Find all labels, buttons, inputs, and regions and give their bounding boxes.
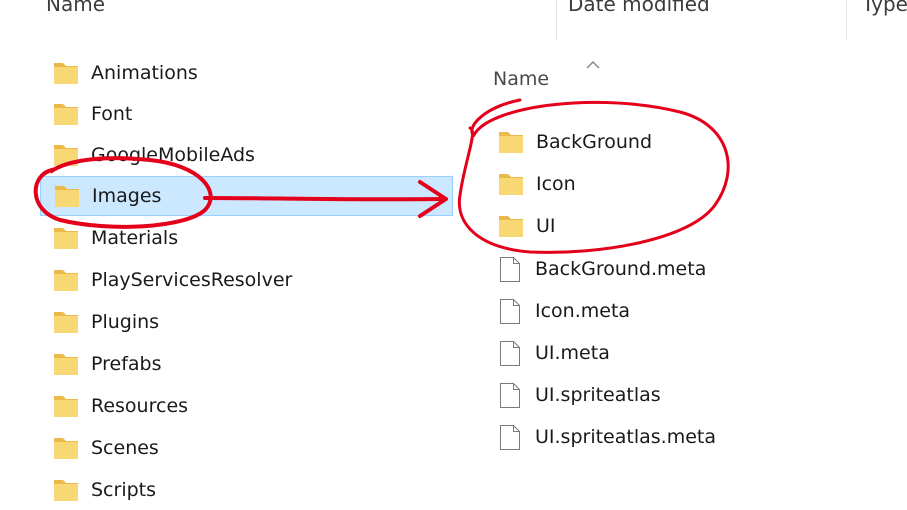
folder-label: Resources (91, 395, 189, 417)
folder-label: Prefabs (91, 353, 162, 375)
folder-row-scripts[interactable]: Scripts (53, 470, 156, 510)
right-folder-row-ui[interactable]: UI (498, 206, 556, 246)
column-header-date-modified[interactable]: Date modified (568, 0, 710, 26)
column-header-name[interactable]: Name (46, 0, 105, 26)
folder-icon (54, 312, 78, 333)
folder-row-font[interactable]: Font (53, 94, 132, 134)
folder-row-prefabs[interactable]: Prefabs (53, 344, 162, 384)
folder-icon (54, 104, 78, 125)
folder-icon (499, 174, 523, 195)
folder-icon (499, 132, 523, 153)
right-column-header-name[interactable]: Name (493, 68, 549, 90)
file-label: Icon.meta (535, 300, 631, 322)
folder-label: Scripts (91, 479, 157, 501)
folder-label: Icon (536, 173, 576, 195)
column-separator[interactable] (556, 0, 557, 40)
folder-icon (54, 270, 78, 291)
file-icon (500, 298, 520, 324)
folder-label: BackGround (536, 131, 653, 153)
folder-icon (54, 438, 78, 459)
folder-label: Scenes (91, 437, 159, 459)
file-label: UI.meta (535, 342, 610, 364)
right-file-row-icon-meta[interactable]: Icon.meta (499, 291, 630, 331)
folder-label: Images (92, 185, 162, 207)
right-file-row-ui-spriteatlas[interactable]: UI.spriteatlas (499, 375, 661, 415)
folder-icon (54, 354, 78, 375)
folder-label: Font (91, 103, 133, 125)
right-file-row-background-meta[interactable]: BackGround.meta (499, 249, 706, 289)
folder-label: PlayServicesResolver (91, 269, 293, 291)
file-icon (500, 340, 520, 366)
folder-icon (54, 396, 78, 417)
file-icon (500, 424, 520, 450)
folder-label: GoogleMobileAds (91, 144, 255, 166)
sort-up-icon (586, 60, 600, 69)
folder-icon (54, 480, 78, 501)
file-icon (500, 382, 520, 408)
folder-row-resources[interactable]: Resources (53, 386, 188, 426)
right-file-row-ui-meta[interactable]: UI.meta (499, 333, 610, 373)
file-label: UI.spriteatlas (535, 384, 661, 406)
folder-icon (499, 216, 523, 237)
folder-label: UI (536, 215, 556, 237)
folder-row-animations[interactable]: Animations (53, 53, 198, 93)
folder-row-materials[interactable]: Materials (53, 218, 178, 258)
right-folder-row-icon[interactable]: Icon (498, 164, 576, 204)
folder-row-scenes[interactable]: Scenes (53, 428, 159, 468)
folder-row-playservicesresolver[interactable]: PlayServicesResolver (53, 260, 292, 300)
file-icon (500, 256, 520, 282)
folder-icon (54, 145, 78, 166)
column-separator[interactable] (846, 0, 847, 40)
folder-label: Animations (91, 62, 198, 84)
file-label: BackGround.meta (535, 258, 707, 280)
folder-row-googlemobileads[interactable]: GoogleMobileAds (53, 135, 255, 175)
folder-icon (54, 63, 78, 84)
folder-icon (55, 186, 79, 207)
folder-icon (54, 228, 78, 249)
column-header-type[interactable]: Type (862, 0, 907, 26)
folder-label: Materials (91, 227, 179, 249)
folder-row-images[interactable]: Images (40, 176, 453, 216)
folder-label: Plugins (91, 311, 160, 333)
folder-row-plugins[interactable]: Plugins (53, 302, 159, 342)
right-file-row-ui-spriteatlas-meta[interactable]: UI.spriteatlas.meta (499, 417, 716, 457)
right-folder-row-background[interactable]: BackGround (498, 122, 652, 162)
file-label: UI.spriteatlas.meta (535, 426, 716, 448)
